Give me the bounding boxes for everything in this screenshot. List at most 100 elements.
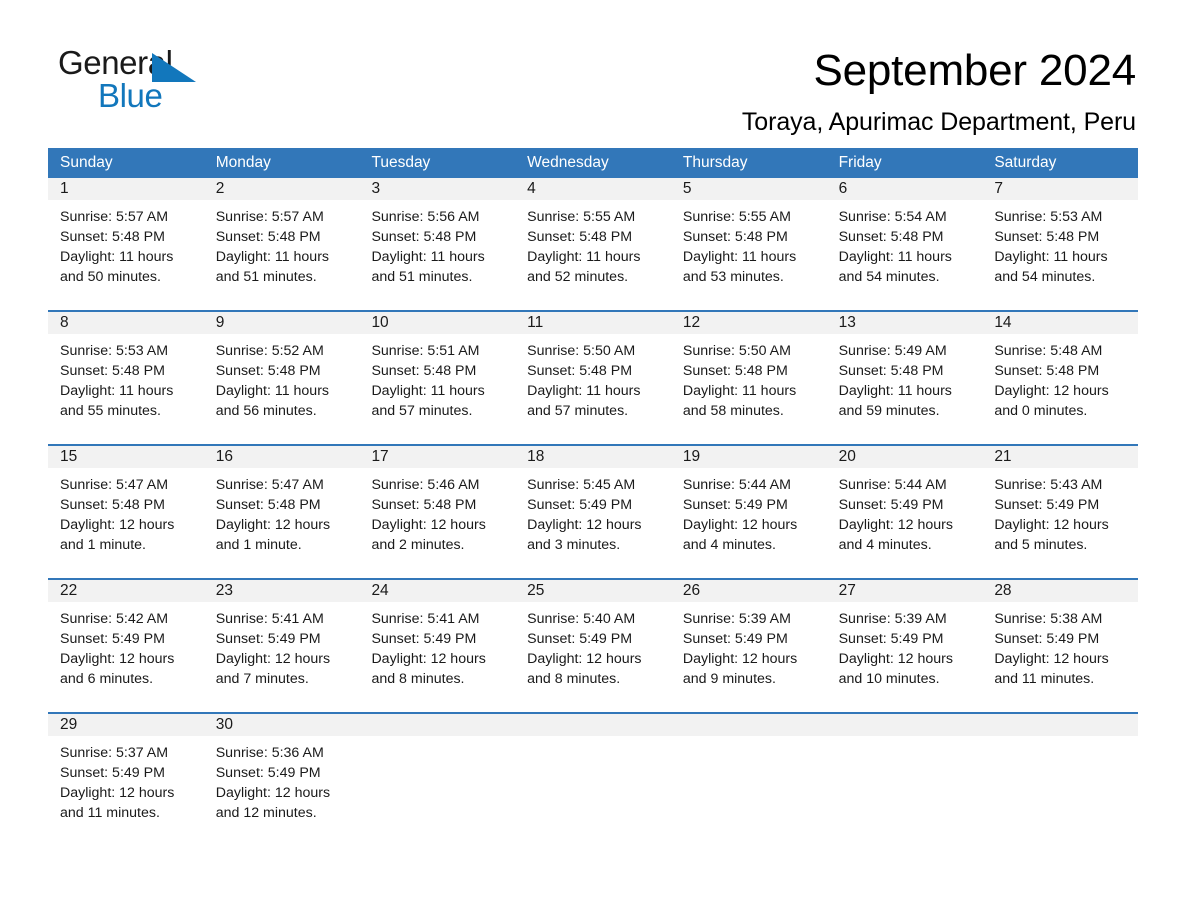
day-number: 9 xyxy=(203,312,360,334)
day-number: 8 xyxy=(48,312,204,334)
daylight-duration: Daylight: 11 hours and 50 minutes. xyxy=(60,249,174,285)
daylight-duration: Daylight: 11 hours and 54 minutes. xyxy=(994,249,1108,285)
calendar-day-cell[interactable]: 21 Sunrise: 5:43 AM Sunset: 5:49 PM Dayligh… xyxy=(982,446,1139,567)
day-details: Sunrise: 5:53 AM Sunset: 5:48 PM Daylight:… xyxy=(982,200,1138,287)
day-number: 2 xyxy=(203,178,360,200)
calendar-day-cell[interactable]: 29 Sunrise: 5:37 AM Sunset: 5:49 PM Dayligh… xyxy=(48,714,204,835)
day-number: 13 xyxy=(826,312,983,334)
calendar-day-cell-empty xyxy=(826,714,983,835)
day-number: 4 xyxy=(515,178,671,200)
calendar-day-cell[interactable]: 4 Sunrise: 5:55 AM Sunset: 5:48 PM Daylight… xyxy=(515,178,671,299)
day-details: Sunrise: 5:42 AM Sunset: 5:49 PM Daylight:… xyxy=(48,602,204,689)
sunset-time: Sunset: 5:48 PM xyxy=(682,229,788,245)
sunset-time: Sunset: 5:48 PM xyxy=(527,229,633,245)
day-details xyxy=(982,736,1138,823)
calendar-day-cell[interactable]: 28 Sunrise: 5:38 AM Sunset: 5:49 PM Dayligh… xyxy=(982,580,1139,701)
day-number: 10 xyxy=(359,312,516,334)
day-details xyxy=(671,736,827,823)
sunset-time: Sunset: 5:48 PM xyxy=(838,363,944,379)
day-number xyxy=(826,714,983,736)
calendar-day-cell[interactable]: 12 Sunrise: 5:50 AM Sunset: 5:48 PM Dayligh… xyxy=(670,312,827,433)
sunrise-time: Sunrise: 5:36 AM xyxy=(215,745,324,761)
week-spacer xyxy=(48,433,1138,444)
calendar-day-cell[interactable]: 14 Sunrise: 5:48 AM Sunset: 5:48 PM Dayligh… xyxy=(982,312,1139,433)
calendar-day-cell[interactable]: 20 Sunrise: 5:44 AM Sunset: 5:49 PM Dayligh… xyxy=(826,446,983,567)
day-details: Sunrise: 5:46 AM Sunset: 5:48 PM Daylight:… xyxy=(359,468,515,555)
sunrise-time: Sunrise: 5:37 AM xyxy=(60,745,169,761)
day-details: Sunrise: 5:41 AM Sunset: 5:49 PM Daylight:… xyxy=(204,602,360,689)
sunrise-time: Sunrise: 5:51 AM xyxy=(371,343,480,359)
day-details: Sunrise: 5:57 AM Sunset: 5:48 PM Daylight:… xyxy=(204,200,360,287)
sunset-time: Sunset: 5:48 PM xyxy=(838,229,944,245)
weekday-header-friday: Friday xyxy=(838,154,882,171)
day-number: 29 xyxy=(48,714,204,736)
sunrise-time: Sunrise: 5:43 AM xyxy=(994,477,1103,493)
day-details: Sunrise: 5:39 AM Sunset: 5:49 PM Daylight:… xyxy=(671,602,827,689)
calendar-day-cell[interactable]: 6 Sunrise: 5:54 AM Sunset: 5:48 PM Daylight… xyxy=(826,178,983,299)
calendar-day-cell-empty xyxy=(670,714,827,835)
sunrise-time: Sunrise: 5:50 AM xyxy=(527,343,636,359)
day-number: 19 xyxy=(670,446,827,468)
calendar-day-cell[interactable]: 7 Sunrise: 5:53 AM Sunset: 5:48 PM Daylight… xyxy=(982,178,1139,299)
sunrise-time: Sunrise: 5:40 AM xyxy=(527,611,636,627)
calendar-day-cell[interactable]: 23 Sunrise: 5:41 AM Sunset: 5:49 PM Dayligh… xyxy=(203,580,360,701)
sunrise-time: Sunrise: 5:57 AM xyxy=(215,209,324,225)
day-details: Sunrise: 5:48 AM Sunset: 5:48 PM Daylight:… xyxy=(982,334,1138,421)
day-number: 16 xyxy=(203,446,360,468)
calendar-day-cell[interactable]: 30 Sunrise: 5:36 AM Sunset: 5:49 PM Dayligh… xyxy=(203,714,360,835)
daylight-duration: Daylight: 12 hours and 7 minutes. xyxy=(215,651,331,687)
day-details: Sunrise: 5:36 AM Sunset: 5:49 PM Daylight:… xyxy=(204,736,360,823)
calendar-week-row: 29 Sunrise: 5:37 AM Sunset: 5:49 PM Dayligh… xyxy=(48,712,1139,835)
daylight-duration: Daylight: 12 hours and 9 minutes. xyxy=(682,651,798,687)
daylight-duration: Daylight: 11 hours and 51 minutes. xyxy=(215,249,330,285)
daylight-duration: Daylight: 12 hours and 3 minutes. xyxy=(527,517,642,553)
calendar-day-cell[interactable]: 26 Sunrise: 5:39 AM Sunset: 5:49 PM Dayligh… xyxy=(670,580,827,701)
calendar-day-cell[interactable]: 18 Sunrise: 5:45 AM Sunset: 5:49 PM Dayligh… xyxy=(515,446,671,567)
day-details: Sunrise: 5:53 AM Sunset: 5:48 PM Daylight:… xyxy=(48,334,204,421)
calendar-day-cell[interactable]: 15 Sunrise: 5:47 AM Sunset: 5:48 PM Dayligh… xyxy=(48,446,204,567)
day-details xyxy=(515,736,671,823)
day-details: Sunrise: 5:54 AM Sunset: 5:48 PM Daylight:… xyxy=(827,200,983,287)
calendar-day-cell[interactable]: 24 Sunrise: 5:41 AM Sunset: 5:49 PM Dayligh… xyxy=(359,580,516,701)
calendar-day-cell[interactable]: 3 Sunrise: 5:56 AM Sunset: 5:48 PM Daylight… xyxy=(359,178,516,299)
daylight-duration: Daylight: 12 hours and 0 minutes. xyxy=(994,383,1109,419)
day-details: Sunrise: 5:51 AM Sunset: 5:48 PM Daylight:… xyxy=(359,334,515,421)
day-details: Sunrise: 5:40 AM Sunset: 5:49 PM Daylight:… xyxy=(515,602,671,689)
day-details: Sunrise: 5:47 AM Sunset: 5:48 PM Daylight:… xyxy=(48,468,204,555)
daylight-duration: Daylight: 11 hours and 53 minutes. xyxy=(682,249,797,285)
calendar-day-cell[interactable]: 5 Sunrise: 5:55 AM Sunset: 5:48 PM Daylight… xyxy=(670,178,827,299)
daylight-duration: Daylight: 11 hours and 55 minutes. xyxy=(60,383,174,419)
calendar-day-cell[interactable]: 19 Sunrise: 5:44 AM Sunset: 5:49 PM Dayligh… xyxy=(670,446,827,567)
calendar-day-cell[interactable]: 2 Sunrise: 5:57 AM Sunset: 5:48 PM Daylight… xyxy=(203,178,360,299)
calendar-day-cell[interactable]: 11 Sunrise: 5:50 AM Sunset: 5:48 PM Dayligh… xyxy=(515,312,671,433)
calendar-day-cell[interactable]: 10 Sunrise: 5:51 AM Sunset: 5:48 PM Dayligh… xyxy=(359,312,516,433)
day-details: Sunrise: 5:57 AM Sunset: 5:48 PM Daylight:… xyxy=(48,200,204,287)
calendar-day-cell[interactable]: 22 Sunrise: 5:42 AM Sunset: 5:49 PM Dayligh… xyxy=(48,580,204,701)
sunrise-time: Sunrise: 5:50 AM xyxy=(682,343,791,359)
calendar-day-cell[interactable]: 17 Sunrise: 5:46 AM Sunset: 5:48 PM Dayligh… xyxy=(359,446,516,567)
calendar-day-cell[interactable]: 27 Sunrise: 5:39 AM Sunset: 5:49 PM Dayligh… xyxy=(826,580,983,701)
daylight-duration: Daylight: 12 hours and 6 minutes. xyxy=(60,651,175,687)
day-number: 1 xyxy=(48,178,204,200)
day-details: Sunrise: 5:45 AM Sunset: 5:49 PM Daylight:… xyxy=(515,468,671,555)
sunset-time: Sunset: 5:49 PM xyxy=(994,497,1100,513)
day-number: 27 xyxy=(826,580,983,602)
day-details: Sunrise: 5:50 AM Sunset: 5:48 PM Daylight:… xyxy=(515,334,671,421)
daylight-duration: Daylight: 11 hours and 58 minutes. xyxy=(682,383,797,419)
calendar-day-cell[interactable]: 9 Sunrise: 5:52 AM Sunset: 5:48 PM Daylight… xyxy=(203,312,360,433)
sunset-time: Sunset: 5:49 PM xyxy=(215,765,321,781)
sunset-time: Sunset: 5:49 PM xyxy=(682,497,788,513)
sunrise-time: Sunrise: 5:48 AM xyxy=(994,343,1103,359)
calendar-day-cell[interactable]: 8 Sunrise: 5:53 AM Sunset: 5:48 PM Daylight… xyxy=(48,312,204,433)
daylight-duration: Daylight: 11 hours and 52 minutes. xyxy=(527,249,641,285)
day-number: 5 xyxy=(670,178,827,200)
calendar-day-cell[interactable]: 1 Sunrise: 5:57 AM Sunset: 5:48 PM Daylight… xyxy=(48,178,204,299)
day-details: Sunrise: 5:44 AM Sunset: 5:49 PM Daylight:… xyxy=(827,468,983,555)
day-number xyxy=(670,714,827,736)
daylight-duration: Daylight: 12 hours and 5 minutes. xyxy=(994,517,1109,553)
calendar-day-cell[interactable]: 16 Sunrise: 5:47 AM Sunset: 5:48 PM Dayligh… xyxy=(203,446,360,567)
day-number: 7 xyxy=(982,178,1139,200)
calendar-day-cell[interactable]: 13 Sunrise: 5:49 AM Sunset: 5:48 PM Dayligh… xyxy=(826,312,983,433)
calendar-day-cell[interactable]: 25 Sunrise: 5:40 AM Sunset: 5:49 PM Dayligh… xyxy=(515,580,671,701)
daylight-duration: Daylight: 12 hours and 2 minutes. xyxy=(371,517,486,553)
